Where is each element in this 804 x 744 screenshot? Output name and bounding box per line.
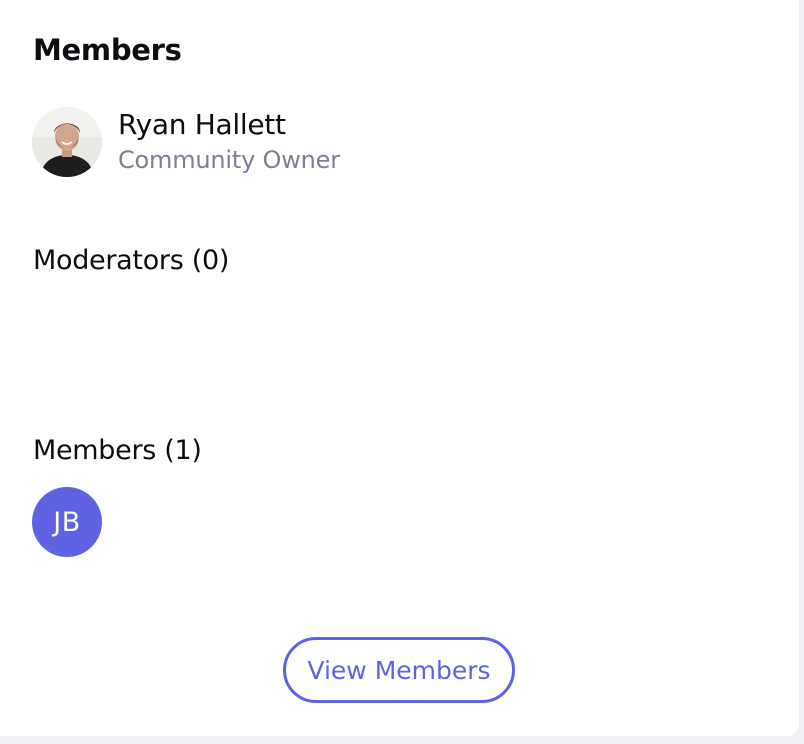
owner-avatar[interactable] xyxy=(32,107,102,177)
member-avatar[interactable]: JB xyxy=(32,487,102,557)
members-card: Members Ryan Hallett Community Owner Mod… xyxy=(0,0,799,736)
member-initials: JB xyxy=(53,506,81,538)
members-heading: Members (1) xyxy=(33,435,202,466)
view-members-button[interactable]: View Members xyxy=(283,637,515,703)
owner-role: Community Owner xyxy=(118,146,340,174)
moderators-heading: Moderators (0) xyxy=(33,245,230,276)
user-photo-icon xyxy=(32,107,102,177)
card-title: Members xyxy=(33,33,182,67)
owner-name[interactable]: Ryan Hallett xyxy=(118,108,286,141)
